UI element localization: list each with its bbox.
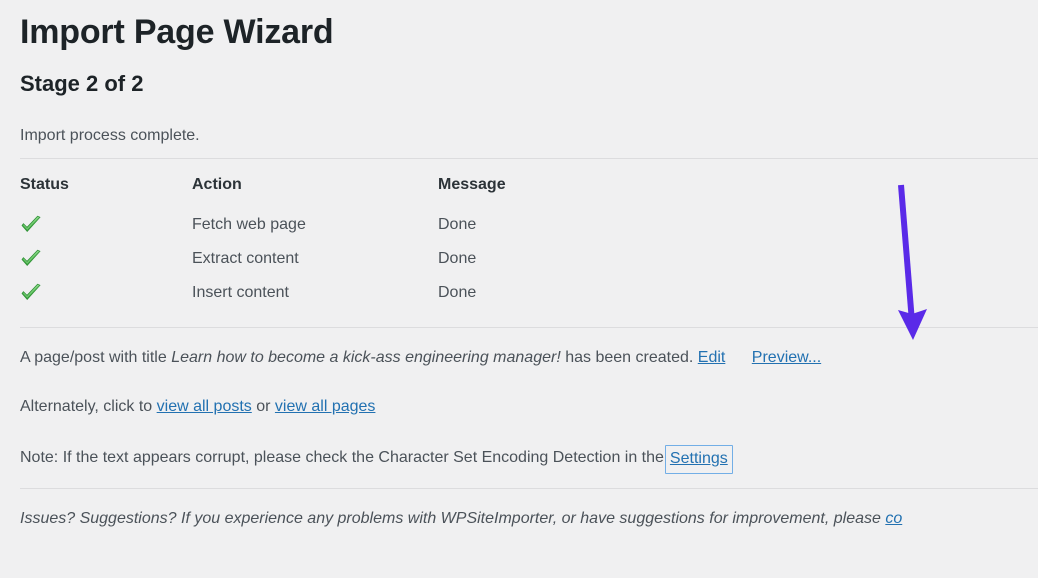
action-cell: Fetch web page (192, 216, 306, 233)
results-table: Status Action Message Fetch web page Don… (20, 176, 660, 310)
status-cell (20, 283, 192, 303)
message-cell: Done (438, 216, 477, 233)
created-prefix: A page/post with title (20, 349, 172, 366)
footer-note-text: Issues? Suggestions? If you experience a… (20, 510, 886, 527)
alternately-prefix: Alternately, click to (20, 398, 157, 415)
settings-link[interactable]: Settings (670, 450, 728, 467)
import-wizard-page: Import Page Wizard Stage 2 of 2 Import p… (0, 0, 1038, 578)
settings-link-focus-ring: Settings (664, 445, 733, 474)
action-cell: Insert content (192, 284, 289, 301)
status-cell (20, 215, 192, 235)
table-row: Insert content Done (20, 276, 660, 310)
divider-top (20, 158, 1038, 159)
table-row: Extract content Done (20, 242, 660, 276)
message-cell: Done (438, 284, 477, 301)
stage-subtitle: Stage 2 of 2 (20, 71, 144, 96)
column-header-status: Status (20, 176, 69, 193)
green-check-icon (20, 283, 42, 303)
created-post-title: Learn how to become a kick-ass engineeri… (171, 349, 561, 366)
action-cell: Extract content (192, 250, 299, 267)
alternately-row: Alternately, click to view all posts or … (20, 396, 375, 418)
divider-bottom (20, 488, 1038, 489)
view-all-pages-link[interactable]: view all pages (275, 398, 376, 415)
page-title: Import Page Wizard (20, 13, 334, 51)
green-check-icon (20, 215, 42, 235)
table-header-row: Status Action Message (20, 176, 660, 208)
divider-middle (20, 327, 1038, 328)
status-cell (20, 249, 192, 269)
column-header-message: Message (438, 176, 506, 193)
edit-link[interactable]: Edit (698, 349, 726, 366)
alternately-middle: or (251, 398, 275, 415)
view-all-posts-link[interactable]: view all posts (157, 398, 252, 415)
encoding-note-text: Note: If the text appears corrupt, pleas… (20, 449, 664, 466)
green-check-icon (20, 249, 42, 269)
created-suffix: has been created. (560, 349, 694, 366)
footer-support-note: Issues? Suggestions? If you experience a… (20, 508, 902, 530)
table-row: Fetch web page Done (20, 208, 660, 242)
message-cell: Done (438, 250, 477, 267)
import-status-text: Import process complete. (20, 127, 200, 144)
created-message-row: A page/post with title Learn how to beco… (20, 347, 821, 369)
column-header-action: Action (192, 176, 242, 193)
encoding-note-row: Note: If the text appears corrupt, pleas… (20, 444, 733, 474)
preview-link[interactable]: Preview... (752, 349, 821, 366)
contact-link[interactable]: co (885, 510, 902, 527)
